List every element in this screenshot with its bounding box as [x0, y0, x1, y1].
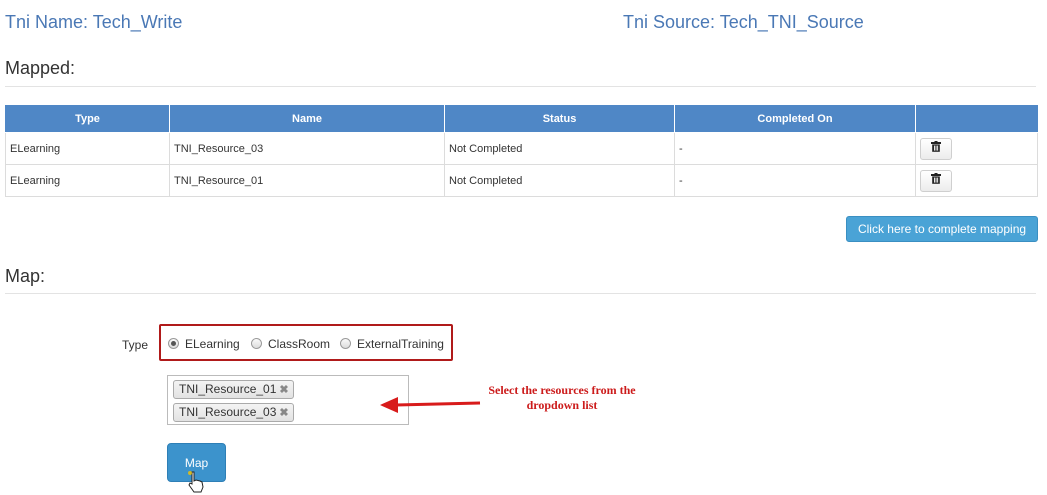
radio-external-training[interactable]: ExternalTraining [340, 337, 444, 351]
cell-status: Not Completed [444, 164, 675, 197]
cell-name: TNI_Resource_03 [169, 132, 445, 165]
type-label: Type [122, 338, 149, 352]
annotation-arrow-icon [380, 397, 481, 413]
mapped-section-title: Mapped: [5, 58, 76, 78]
table-row: ELearning TNI_Resource_01 Not Completed … [5, 164, 1038, 197]
divider [5, 293, 1036, 294]
radio-label: ELearning [185, 337, 240, 351]
trash-icon [931, 171, 941, 191]
column-header-completed-on: Completed On [674, 105, 916, 133]
selected-resource-chip: TNI_Resource_01 ✖ [173, 380, 294, 399]
delete-button[interactable] [920, 169, 952, 192]
cell-actions [915, 132, 1038, 165]
column-header-type: Type [5, 105, 170, 133]
radio-unchecked-icon[interactable] [340, 338, 351, 349]
type-radio-group: ELearning ClassRoom ExternalTraining [159, 324, 453, 361]
tni-source: Tni Source: Tech_TNI_Source [623, 12, 864, 32]
chip-label: TNI_Resource_03 [179, 405, 277, 419]
cell-completed-on: - [674, 132, 916, 165]
delete-button[interactable] [920, 137, 952, 160]
map-section-title: Map: [5, 266, 46, 286]
tni-name: Tni Name: Tech_Write [5, 12, 183, 32]
remove-chip-icon[interactable]: ✖ [279, 407, 288, 419]
radio-label: ClassRoom [268, 337, 331, 351]
column-header-actions [915, 105, 1038, 133]
selected-resource-chip: TNI_Resource_03 ✖ [173, 403, 294, 422]
cell-type: ELearning [5, 132, 170, 165]
cell-status: Not Completed [444, 132, 675, 165]
remove-chip-icon[interactable]: ✖ [279, 384, 288, 396]
cell-completed-on: - [674, 164, 916, 197]
chip-label: TNI_Resource_01 [179, 382, 277, 396]
cell-name: TNI_Resource_01 [169, 164, 445, 197]
table-header-row: Type Name Status Completed On [5, 105, 1038, 133]
radio-unchecked-icon[interactable] [251, 338, 262, 349]
radio-checked-icon[interactable] [168, 338, 179, 349]
resource-multiselect[interactable]: TNI_Resource_01 ✖ TNI_Resource_03 ✖ [167, 375, 409, 425]
tni-header: Tni Name: Tech_Write Tni Source: Tech_TN… [5, 12, 1047, 34]
table-row: ELearning TNI_Resource_03 Not Completed … [5, 132, 1038, 165]
annotation-text: Select the resources from the dropdown l… [488, 383, 636, 412]
radio-classroom[interactable]: ClassRoom [251, 337, 330, 351]
hand-pointer-icon [188, 471, 204, 493]
radio-label: ExternalTraining [357, 337, 444, 351]
column-header-name: Name [169, 105, 445, 133]
column-header-status: Status [444, 105, 675, 133]
mapped-table: Type Name Status Completed On ELearning … [5, 105, 1038, 197]
cell-type: ELearning [5, 164, 170, 197]
trash-icon [931, 139, 941, 159]
complete-mapping-button[interactable]: Click here to complete mapping [846, 216, 1038, 242]
divider [5, 86, 1036, 87]
radio-elearning[interactable]: ELearning [168, 337, 240, 351]
cell-actions [915, 164, 1038, 197]
